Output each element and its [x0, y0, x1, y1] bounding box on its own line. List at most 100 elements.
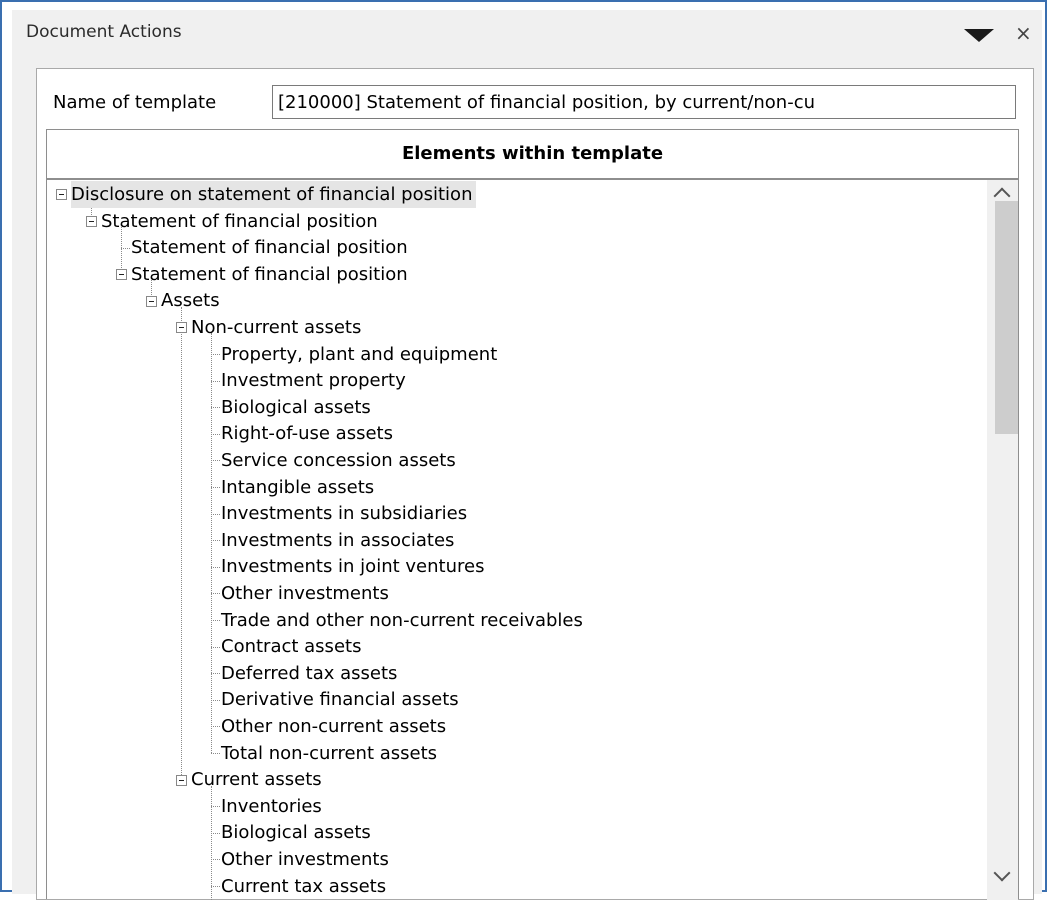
collapse-toggle-icon[interactable] [86, 216, 97, 227]
window-title: Document Actions [26, 22, 182, 42]
template-name-field[interactable] [272, 85, 1016, 119]
tree-branch-line [211, 514, 220, 515]
tree-branch-line [211, 487, 220, 488]
collapse-toggle-icon[interactable] [176, 775, 187, 786]
tree-guide-line [211, 786, 212, 900]
tree-guide-line [181, 307, 182, 780]
tree-viewport: Disclosure on statement of financial pos… [47, 180, 1018, 900]
tree-item[interactable]: Assets [161, 287, 220, 314]
tree-branch-line [211, 593, 220, 594]
tree-item[interactable]: Right-of-use assets [221, 420, 393, 447]
tree-item-label: Derivative financial assets [221, 686, 459, 713]
tree-item[interactable]: Non-current assets [191, 314, 361, 341]
tree-item[interactable]: Current tax assets [221, 873, 386, 900]
collapse-toggle-icon[interactable] [116, 269, 127, 280]
tree-item-label: Other non-current assets [221, 713, 446, 740]
tree-guide-line [211, 333, 212, 753]
tree-item[interactable]: Statement of financial position [101, 208, 378, 235]
tree-item[interactable]: Statement of financial position [131, 261, 408, 288]
tree-branch-line [211, 806, 220, 807]
tree-branch-line [211, 407, 220, 408]
tree-item-label: Investments in subsidiaries [221, 500, 467, 527]
element-tree: Disclosure on statement of financial pos… [47, 180, 987, 900]
tree-item[interactable]: Trade and other non-current receivables [221, 607, 583, 634]
tree-branch-line [211, 540, 220, 541]
template-name-label: Name of template [53, 92, 216, 113]
tree-item-label: Biological assets [221, 819, 371, 846]
dropdown-triangle-icon[interactable] [964, 29, 994, 42]
tree-branch-line [211, 833, 220, 834]
tree-item[interactable]: Investments in joint ventures [221, 553, 484, 580]
tree-item-label: Property, plant and equipment [221, 341, 497, 368]
tree-branch-line [211, 647, 220, 648]
tree-item-label: Total non-current assets [221, 740, 437, 767]
tree-branch-line [211, 753, 220, 754]
tree-item-label: Current assets [191, 766, 322, 793]
tree-branch-line [211, 700, 220, 701]
tree-item-label: Deferred tax assets [221, 660, 397, 687]
tree-item-label: Statement of financial position [101, 208, 378, 235]
tree-item[interactable]: Current assets [191, 766, 322, 793]
tree-branch-line [211, 434, 220, 435]
tree-item[interactable]: Investments in associates [221, 527, 454, 554]
tree-item-label: Intangible assets [221, 474, 374, 501]
tree-item-label: Statement of financial position [131, 261, 408, 288]
tree-item-label: Current tax assets [221, 873, 386, 900]
collapse-toggle-icon[interactable] [176, 322, 187, 333]
tree-item[interactable]: Derivative financial assets [221, 686, 459, 713]
tree-branch-line [211, 620, 220, 621]
close-icon[interactable]: × [1015, 21, 1032, 45]
tree-item-label: Assets [161, 287, 220, 314]
tree-branch-line [211, 886, 220, 887]
tree-item[interactable]: Deferred tax assets [221, 660, 397, 687]
title-bar: Document Actions × [12, 10, 1042, 58]
tree-item-label: Other investments [221, 580, 389, 607]
tree-branch-line [121, 248, 130, 249]
tree-item-label: Trade and other non-current receivables [221, 607, 583, 634]
tree-branch-line [211, 567, 220, 568]
collapse-toggle-icon[interactable] [56, 189, 67, 200]
tree-branch-line [211, 859, 220, 860]
tree-item-label: Inventories [221, 793, 322, 820]
tree-branch-line [211, 460, 220, 461]
tree-item[interactable]: Intangible assets [221, 474, 374, 501]
tree-item-label: Disclosure on statement of financial pos… [71, 181, 472, 208]
tree-item[interactable]: Other non-current assets [221, 713, 446, 740]
elements-grid: Elements within template Disclosure on s… [46, 129, 1019, 899]
tree-item-label: Investment property [221, 367, 406, 394]
tree-item[interactable]: Disclosure on statement of financial pos… [71, 181, 476, 208]
tree-item[interactable]: Inventories [221, 793, 322, 820]
tree-item[interactable]: Total non-current assets [221, 740, 437, 767]
tree-item-label: Contract assets [221, 633, 361, 660]
scroll-down-icon[interactable] [994, 865, 1011, 882]
tree-item[interactable]: Statement of financial position [131, 234, 408, 261]
tree-item[interactable]: Contract assets [221, 633, 361, 660]
tree-item[interactable]: Property, plant and equipment [221, 341, 497, 368]
tree-item-label: Investments in joint ventures [221, 553, 484, 580]
tree-item-label: Non-current assets [191, 314, 361, 341]
tree-item-label: Investments in associates [221, 527, 454, 554]
tree-item-label: Biological assets [221, 394, 371, 421]
tree-item-label: Statement of financial position [131, 234, 408, 261]
tree-item[interactable]: Other investments [221, 846, 389, 873]
tree-branch-line [211, 673, 220, 674]
template-form: Name of template Elements within templat… [36, 68, 1034, 900]
tree-item[interactable]: Biological assets [221, 394, 371, 421]
collapse-toggle-icon[interactable] [146, 296, 157, 307]
tree-item[interactable]: Biological assets [221, 819, 371, 846]
tree-branch-line [211, 354, 220, 355]
tree-item-label: Other investments [221, 846, 389, 873]
content-panel: Name of template Elements within templat… [12, 58, 1042, 894]
document-actions-window: Document Actions × Name of template Elem… [0, 0, 1047, 892]
tree-item[interactable]: Investments in subsidiaries [221, 500, 467, 527]
tree-branch-line [211, 381, 220, 382]
tree-branch-line [211, 726, 220, 727]
scroll-thumb[interactable] [995, 201, 1018, 434]
vertical-scrollbar[interactable] [987, 180, 1018, 900]
tree-item-label: Service concession assets [221, 447, 456, 474]
tree-item[interactable]: Other investments [221, 580, 389, 607]
tree-item[interactable]: Investment property [221, 367, 406, 394]
grid-header: Elements within template [47, 130, 1018, 180]
tree-item[interactable]: Service concession assets [221, 447, 456, 474]
tree-item-label: Right-of-use assets [221, 420, 393, 447]
